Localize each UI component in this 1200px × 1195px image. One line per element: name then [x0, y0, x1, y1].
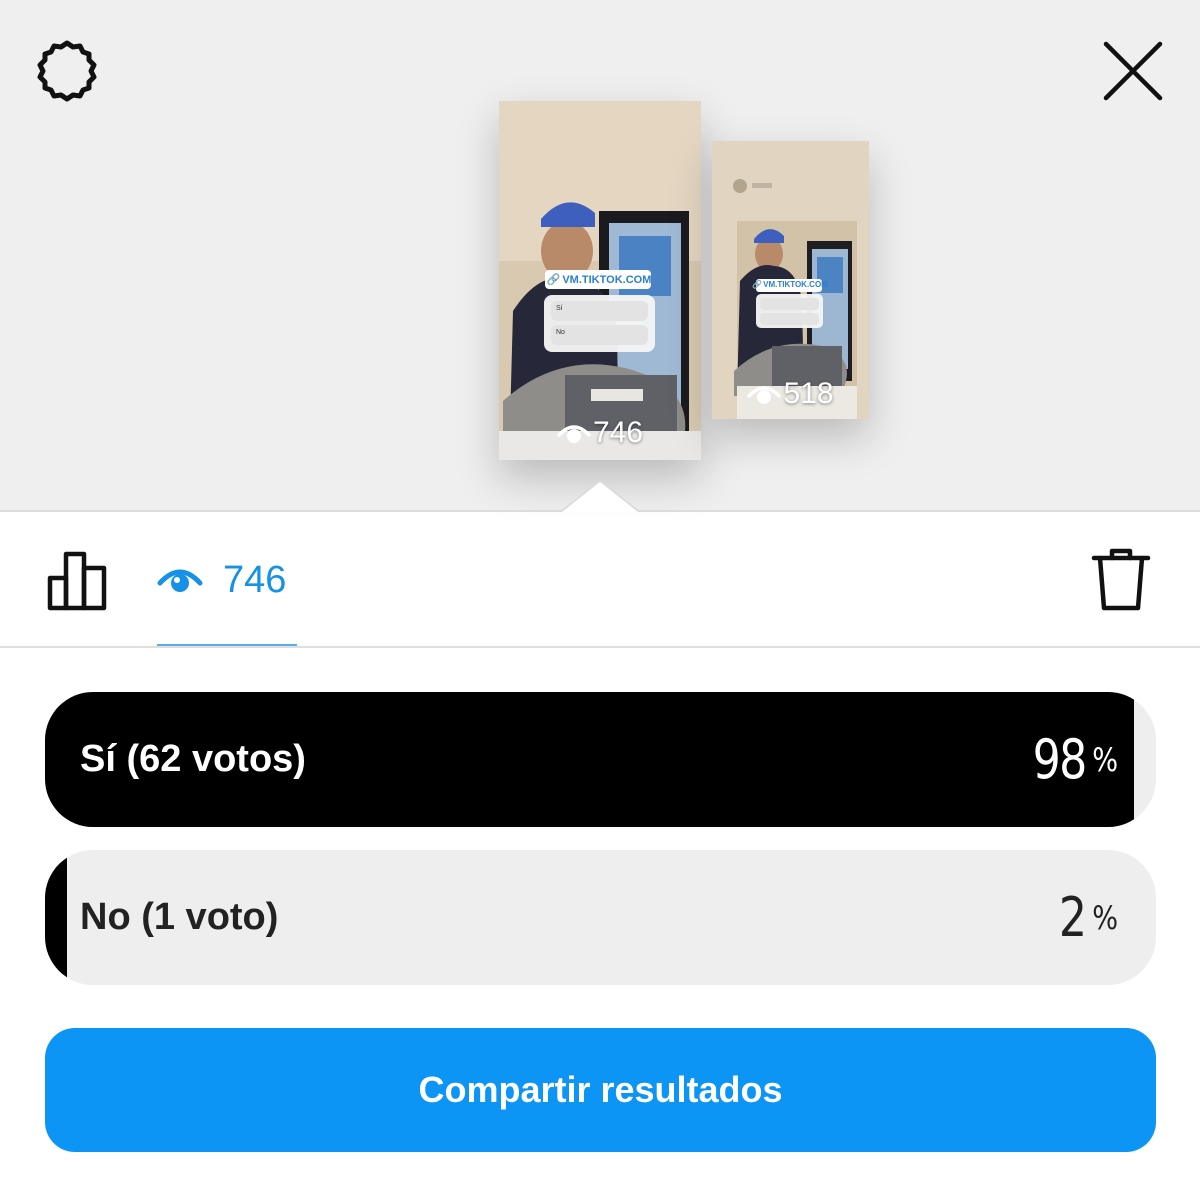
- story-view-count-value: 746: [592, 416, 644, 449]
- percent-sign: %: [1091, 740, 1118, 779]
- poll-sticker-option-2: No: [556, 329, 565, 336]
- poll-option-percent: 98 %: [1021, 692, 1120, 827]
- link-icon: 🔗: [752, 280, 763, 289]
- story-view-count: 746: [499, 416, 701, 450]
- link-sticker-text: VM.TIKTOK.COM: [763, 280, 828, 289]
- trash-icon[interactable]: [1090, 546, 1152, 614]
- story-thumbnail-current[interactable]: 🔗 VM.TIKTOK.COM Sí No 746: [499, 101, 701, 460]
- share-results-button[interactable]: Compartir resultados: [45, 1028, 1156, 1152]
- eye-icon: [157, 569, 203, 592]
- poll-result-yes: Sí (62 votos) 98 %: [45, 692, 1156, 827]
- poll-result-fill: [45, 850, 68, 985]
- poll-option-label: No (1 voto): [80, 896, 279, 938]
- divider: [0, 646, 1200, 648]
- link-sticker: 🔗 VM.TIKTOK.COM: [546, 273, 652, 287]
- eye-icon: [747, 386, 782, 404]
- bar-chart-icon[interactable]: [46, 548, 110, 612]
- selection-pointer: [562, 482, 638, 512]
- close-icon[interactable]: [1100, 38, 1166, 104]
- percent-sign: %: [1091, 898, 1118, 937]
- story-view-count-value: 518: [783, 377, 834, 410]
- percent-value: 2: [1059, 886, 1087, 949]
- viewers-count: 746: [223, 558, 287, 601]
- eye-icon: [557, 425, 591, 443]
- poll-option-label: Sí (62 votos): [80, 738, 306, 780]
- poll-sticker-option-1: Sí: [556, 305, 563, 312]
- link-sticker-text: VM.TIKTOK.COM: [562, 273, 652, 286]
- link-icon: 🔗: [546, 274, 561, 286]
- tab-viewers[interactable]: 746: [157, 548, 297, 612]
- percent-value: 98: [1032, 728, 1088, 791]
- link-sticker: 🔗 VM.TIKTOK.COM: [752, 280, 828, 289]
- poll-option-percent: 2 %: [1053, 850, 1120, 985]
- story-view-count: 518: [712, 377, 869, 411]
- poll-result-no: No (1 voto) 2 %: [45, 850, 1156, 985]
- settings-icon[interactable]: [34, 38, 100, 104]
- story-thumbnail-next[interactable]: 🔗 VM.TIKTOK.COM 518: [712, 141, 869, 419]
